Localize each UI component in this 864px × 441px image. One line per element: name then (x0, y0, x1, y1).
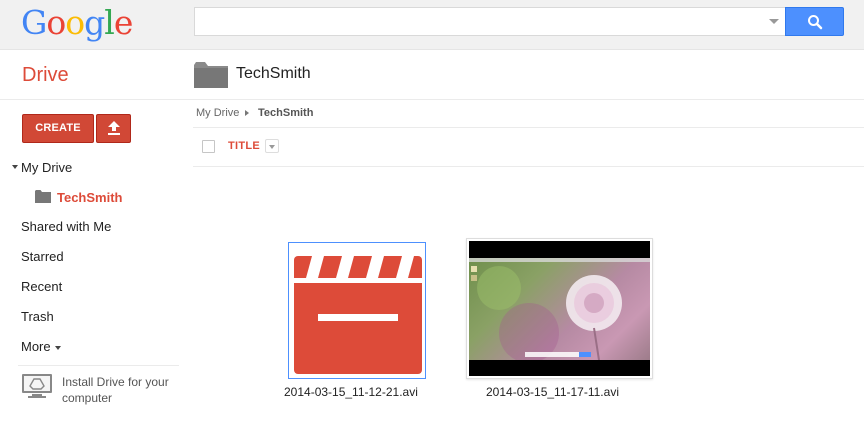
column-title-sort[interactable]: TITLE (228, 140, 260, 152)
sidebar-item-recent[interactable]: Recent (21, 279, 62, 294)
upload-icon (108, 121, 120, 135)
sidebar-item-starred[interactable]: Starred (21, 249, 64, 264)
divider (0, 99, 864, 100)
breadcrumb-root[interactable]: My Drive (196, 107, 239, 119)
sidebar-item-shared-with-me[interactable]: Shared with Me (21, 219, 111, 234)
search-button[interactable] (785, 7, 844, 36)
page-title: TechSmith (236, 65, 311, 82)
folder-icon (35, 190, 51, 203)
expand-arrow-icon[interactable] (12, 165, 18, 169)
sidebar-item-more[interactable]: More (21, 339, 61, 354)
drive-desktop-icon[interactable] (21, 373, 53, 399)
logo-letter: G (21, 3, 47, 42)
top-bar: Google (0, 0, 864, 50)
file-name[interactable]: 2014-03-15_11-17-11.avi (486, 385, 619, 399)
sidebar-item-my-drive[interactable]: My Drive (21, 160, 72, 175)
app-title[interactable]: Drive (22, 64, 69, 87)
divider (18, 365, 179, 366)
divider (193, 127, 864, 128)
sidebar-item-more-label: More (21, 339, 51, 354)
file-name[interactable]: 2014-03-15_11-12-21.avi (284, 385, 418, 399)
search-options-dropdown-icon[interactable] (769, 19, 779, 24)
sort-dropdown-icon[interactable] (265, 139, 279, 153)
select-all-checkbox[interactable] (202, 140, 215, 153)
logo-letter: e (113, 3, 134, 42)
search-input[interactable] (194, 7, 785, 36)
logo-letter: l (104, 3, 115, 42)
breadcrumb-current[interactable]: TechSmith (258, 107, 313, 119)
chevron-down-icon (54, 345, 61, 350)
search-icon (808, 15, 823, 30)
create-button[interactable]: CREATE (22, 114, 94, 143)
logo-letter: g (84, 3, 105, 42)
install-drive-link[interactable]: Install Drive for your computer (62, 374, 182, 406)
dandelion-image (469, 258, 650, 360)
upload-button[interactable] (96, 114, 131, 143)
file-tile-selected[interactable] (288, 242, 426, 379)
video-thumbnail (469, 241, 650, 376)
sidebar-item-techsmith[interactable]: TechSmith (57, 190, 123, 205)
video-clapper-icon (294, 256, 422, 374)
file-tile[interactable] (466, 238, 653, 379)
logo-letter: o (65, 3, 85, 42)
folder-icon (194, 62, 228, 88)
sidebar-item-trash[interactable]: Trash (21, 309, 54, 324)
google-logo[interactable]: Google (21, 3, 134, 42)
logo-letter: o (46, 3, 66, 42)
divider (193, 166, 864, 167)
chevron-right-icon (245, 110, 249, 116)
